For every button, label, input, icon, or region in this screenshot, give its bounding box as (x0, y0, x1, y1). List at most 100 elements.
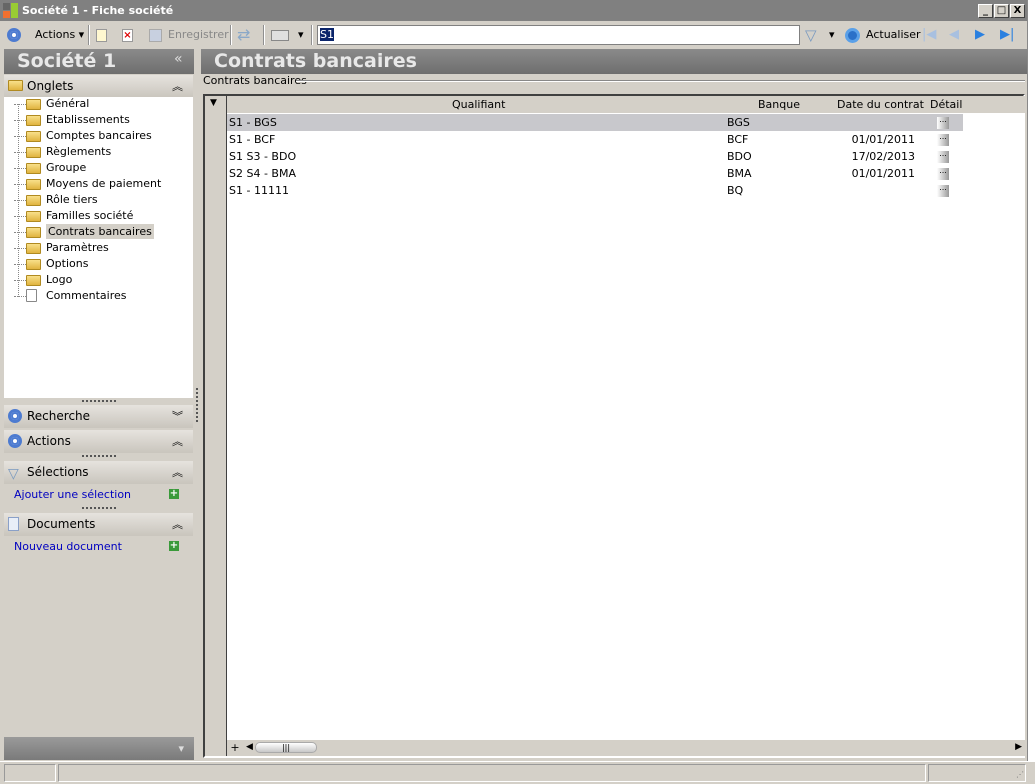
column-header-detail[interactable]: Détail (930, 98, 962, 111)
search-input[interactable]: S1 (317, 25, 800, 45)
detail-button[interactable]: ... (937, 150, 949, 163)
status-pane (58, 764, 926, 782)
tab-item-label: Logo (46, 273, 73, 286)
app-menu-icon[interactable] (7, 28, 21, 42)
new-icon[interactable] (96, 29, 107, 42)
window-title: Société 1 - Fiche société (22, 4, 174, 17)
column-header-qualifiant[interactable]: Qualifiant (452, 98, 505, 111)
company-title: Société 1 (17, 50, 117, 72)
table-row[interactable]: S1 - BGS BGS... (227, 114, 963, 131)
app-icon (3, 3, 18, 18)
tab-item[interactable]: Commentaires (14, 288, 126, 304)
documents-header[interactable]: Documents ︽ (4, 513, 193, 536)
document-icon (8, 517, 19, 531)
last-record-icon[interactable]: ▶| (1000, 26, 1014, 44)
table-row[interactable]: S1 - BCF BCF 01/01/2011... (227, 131, 963, 148)
save-button[interactable]: Enregistrer (168, 26, 229, 44)
comment-icon (26, 289, 37, 302)
tab-item[interactable]: Logo (14, 272, 72, 288)
tree-connector (14, 152, 26, 153)
new-document-link[interactable]: Nouveau document (14, 540, 122, 553)
cell-banque: BQ (727, 184, 744, 197)
collapse-chevron-icon[interactable]: ︽ (172, 75, 183, 98)
filter-icon: ▽ (8, 466, 19, 482)
collapse-chevron-icon[interactable]: ︽ (172, 513, 183, 536)
first-record-icon[interactable]: |◀ (922, 26, 936, 44)
filter-icon[interactable]: ▽ (805, 26, 817, 44)
detail-button[interactable]: ... (937, 167, 949, 180)
tab-item[interactable]: Rôle tiers (14, 192, 98, 208)
new-document-plus-icon[interactable]: + (169, 541, 179, 551)
tab-item[interactable]: Moyens de paiement (14, 176, 161, 192)
print-icon[interactable] (271, 30, 289, 41)
print-dropdown-icon[interactable]: ▾ (298, 26, 304, 44)
tab-item-label: Options (46, 257, 89, 270)
collapse-chevron-icon[interactable]: ︽ (172, 461, 183, 484)
detail-button[interactable]: ... (937, 116, 949, 129)
refresh-icon (845, 28, 860, 43)
recherche-label: Recherche (27, 409, 91, 423)
resize-grip[interactable] (82, 455, 116, 457)
tab-item-label: Général (46, 97, 90, 110)
scrollbar-thumb[interactable]: ||| (255, 742, 317, 753)
table-row[interactable]: S2 S4 - BMA BMA 01/01/2011... (227, 165, 963, 182)
collapse-chevron-icon[interactable]: ︽ (172, 430, 183, 453)
maximize-button[interactable]: □ (994, 4, 1009, 18)
separator (230, 25, 232, 45)
tab-item[interactable]: Comptes bancaires (14, 128, 152, 144)
tab-item[interactable]: Contrats bancaires (14, 224, 154, 240)
tab-item[interactable]: Familles société (14, 208, 133, 224)
tab-item[interactable]: Groupe (14, 160, 86, 176)
splitter-grip[interactable] (196, 388, 198, 422)
actions-label: Actions (27, 434, 71, 448)
folder-icon (26, 131, 41, 142)
add-selection-link[interactable]: Ajouter une sélection (14, 488, 131, 501)
folder-icon (26, 115, 41, 126)
cell-qualifiant: S1 - 11111 (229, 184, 289, 197)
minimize-button[interactable]: _ (978, 4, 993, 18)
resize-grip[interactable] (82, 400, 116, 402)
tab-item[interactable]: Etablissements (14, 112, 130, 128)
recherche-header[interactable]: Recherche ︾ (4, 405, 193, 428)
tree-connector (14, 168, 26, 169)
selections-label: Sélections (27, 465, 89, 479)
resize-grip[interactable] (82, 507, 116, 509)
table-row[interactable]: S1 - 11111 BQ... (227, 182, 963, 199)
tab-item[interactable]: Options (14, 256, 88, 272)
column-header-date[interactable]: Date du contrat (837, 98, 924, 111)
collapse-panel-button[interactable]: « (174, 51, 183, 67)
add-row-button[interactable]: + (227, 740, 243, 756)
tab-item[interactable]: Règlements (14, 144, 111, 160)
delete-icon[interactable]: × (122, 29, 133, 42)
onglets-header[interactable]: Onglets ︽ (4, 75, 193, 98)
tab-item[interactable]: Général (14, 96, 89, 112)
cell-date: 17/02/2013 (851, 150, 915, 163)
sync-icon[interactable]: ⇄ (237, 26, 250, 44)
tab-item[interactable]: Paramètres (14, 240, 109, 256)
refresh-button[interactable]: Actualiser (866, 26, 921, 44)
detail-button[interactable]: ... (937, 133, 949, 146)
add-selection-plus-icon[interactable]: + (169, 489, 179, 499)
selections-header[interactable]: ▽ Sélections ︽ (4, 461, 193, 484)
cell-banque: BGS (727, 116, 750, 129)
folder-icon (26, 195, 41, 206)
column-chooser-icon[interactable]: ▼ (210, 98, 217, 108)
expand-chevron-icon[interactable]: ︾ (172, 405, 183, 428)
column-header-banque[interactable]: Banque (758, 98, 800, 111)
tree-connector (14, 248, 26, 249)
detail-button[interactable]: ... (937, 184, 949, 197)
table-row[interactable]: S1 S3 - BDO BDO 17/02/2013... (227, 148, 963, 165)
previous-record-icon[interactable]: ◀ (949, 26, 959, 44)
close-button[interactable]: X (1010, 4, 1025, 18)
separator (263, 25, 265, 45)
left-panel-footer[interactable]: ▾ (4, 737, 194, 760)
next-record-icon[interactable]: ▶ (975, 26, 985, 44)
actions-header[interactable]: Actions ︽ (4, 430, 193, 453)
filter-dropdown-icon[interactable]: ▾ (829, 26, 835, 44)
resize-grip-icon[interactable]: ⋰ (1016, 770, 1024, 779)
scroll-left-icon[interactable]: ◀ (246, 742, 253, 752)
tab-item-label: Paramètres (46, 241, 109, 254)
horizontal-scrollbar[interactable]: ◀ ||| ▶ (243, 740, 1025, 756)
scroll-right-icon[interactable]: ▶ (1015, 742, 1022, 752)
actions-menu-button[interactable]: Actions ▾ (35, 26, 84, 44)
